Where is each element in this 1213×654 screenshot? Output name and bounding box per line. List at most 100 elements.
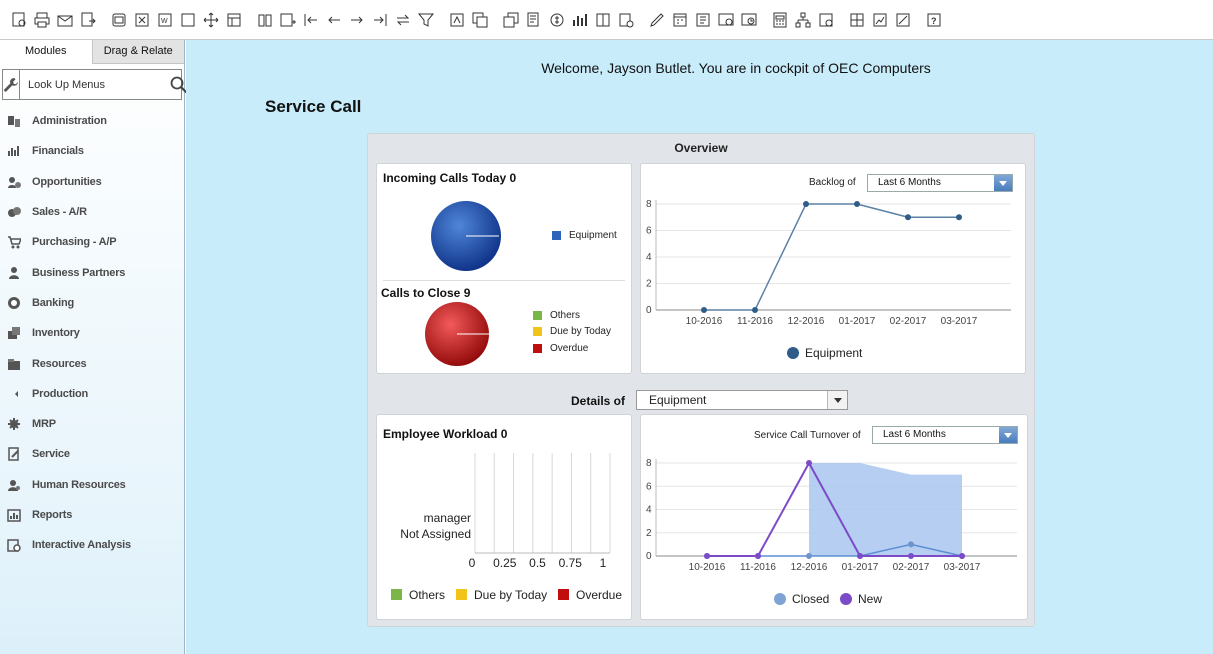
binoculars-icon[interactable] — [256, 12, 273, 28]
sidebar-item-label: Business Partners — [32, 266, 126, 279]
data-point[interactable] — [857, 553, 863, 559]
sidebar-item-financials[interactable]: Financials — [0, 136, 184, 166]
widgets-icon[interactable] — [848, 12, 865, 28]
filter-icon[interactable] — [417, 12, 434, 28]
word-icon[interactable]: W — [156, 12, 173, 28]
move-icon[interactable] — [202, 12, 219, 28]
alerts-icon[interactable] — [740, 12, 757, 28]
settings-icon[interactable] — [617, 12, 634, 28]
chart-icon[interactable] — [571, 12, 588, 28]
base-document-icon[interactable] — [471, 12, 488, 28]
sort-icon[interactable] — [448, 12, 465, 28]
y-category-label: manager — [424, 511, 471, 525]
help-icon[interactable]: ? — [925, 12, 942, 28]
sidebar-item-reports[interactable]: Reports — [0, 500, 184, 530]
data-point[interactable] — [959, 553, 965, 559]
x-tick-label: 0 — [469, 556, 476, 570]
sidebar-item-business-partners[interactable]: Business Partners — [0, 257, 184, 287]
sidebar-item-service[interactable]: Service — [0, 439, 184, 469]
tab-modules[interactable]: Modules — [0, 40, 92, 64]
data-point[interactable] — [908, 541, 914, 548]
refresh-icon[interactable] — [394, 12, 411, 28]
production-icon — [7, 387, 21, 401]
journal-icon[interactable] — [525, 12, 542, 28]
data-point[interactable] — [908, 553, 914, 559]
legend-marker-equipment — [787, 347, 799, 359]
sidebar-item-purchasing-a-p[interactable]: Purchasing - A/P — [0, 227, 184, 257]
data-point[interactable] — [806, 553, 812, 559]
opportunities-icon — [7, 175, 21, 189]
data-point[interactable] — [752, 307, 758, 313]
last-record-icon[interactable] — [371, 12, 388, 28]
calls-panel: Incoming Calls Today 0 Equipment Calls t… — [376, 163, 632, 374]
wrench-icon[interactable] — [3, 70, 20, 99]
blank-form-icon[interactable] — [179, 12, 196, 28]
data-point[interactable] — [755, 553, 761, 559]
dropdown-arrow-icon[interactable] — [827, 391, 847, 409]
print-icon[interactable] — [33, 12, 50, 28]
sidebar-item-mrp[interactable]: MRP — [0, 409, 184, 439]
sidebar-item-label: Service — [32, 448, 70, 461]
x-tick-label: 01-2017 — [839, 316, 876, 327]
business-partners-icon — [7, 266, 21, 280]
email-icon[interactable] — [56, 12, 73, 28]
data-point[interactable] — [905, 214, 911, 221]
tab-drag-relate[interactable]: Drag & Relate — [91, 40, 184, 64]
sidebar-item-production[interactable]: Production — [0, 379, 184, 409]
calculator-icon[interactable] — [771, 12, 788, 28]
calendar-icon[interactable] — [671, 12, 688, 28]
legend-swatch-equipment — [552, 231, 561, 240]
lookup-menus-input[interactable] — [20, 70, 170, 99]
add-icon[interactable] — [279, 12, 296, 28]
sidebar-item-label: Opportunities — [32, 175, 102, 188]
analysis-icon[interactable] — [894, 12, 911, 28]
previous-record-icon[interactable] — [325, 12, 342, 28]
data-point[interactable] — [701, 307, 707, 313]
first-record-icon[interactable] — [302, 12, 319, 28]
payment-icon[interactable] — [548, 12, 565, 28]
data-point[interactable] — [806, 460, 812, 466]
x-tick-label: 02-2017 — [890, 316, 927, 327]
image-icon[interactable] — [871, 12, 888, 28]
target-document-icon[interactable] — [502, 12, 519, 28]
layout-designer-icon[interactable] — [594, 12, 611, 28]
sidebar-item-resources[interactable]: Resources — [0, 348, 184, 378]
details-select[interactable]: Equipment — [636, 390, 848, 410]
export-icon[interactable] — [79, 12, 96, 28]
sidebar-item-banking[interactable]: Banking — [0, 288, 184, 318]
legend-label: Others — [409, 588, 445, 602]
legend-label-closed: Closed — [792, 592, 829, 606]
sidebar-item-human-resources[interactable]: Human Resources — [0, 470, 184, 500]
sidebar-item-sales-a-r[interactable]: Sales - A/R — [0, 197, 184, 227]
data-point[interactable] — [854, 201, 860, 207]
sidebar-item-opportunities[interactable]: Opportunities — [0, 167, 184, 197]
sidebar-item-administration[interactable]: Administration — [0, 106, 184, 136]
incoming-calls-pie[interactable] — [429, 199, 509, 279]
dashboard-icon[interactable] — [817, 12, 834, 28]
org-chart-icon[interactable] — [794, 12, 811, 28]
administration-icon — [7, 114, 21, 128]
calls-to-close-pie[interactable] — [424, 302, 494, 372]
cockpit-widget: Overview Incoming Calls Today 0 Equipmen… — [367, 133, 1035, 627]
legend-swatch-due-by-today — [533, 327, 542, 336]
overview-title: Overview — [674, 141, 728, 155]
data-point[interactable] — [803, 201, 809, 207]
edit-icon[interactable] — [648, 12, 665, 28]
data-point[interactable] — [956, 214, 962, 221]
layout-icon[interactable] — [225, 12, 242, 28]
sidebar-item-inventory[interactable]: Inventory — [0, 318, 184, 348]
print-preview-icon[interactable] — [110, 12, 127, 28]
data-point[interactable] — [704, 553, 710, 559]
sidebar-item-label: Banking — [32, 296, 74, 309]
legend-swatch — [558, 589, 569, 600]
legend-marker-closed — [774, 593, 786, 605]
messages-icon[interactable] — [717, 12, 734, 28]
next-record-icon[interactable] — [348, 12, 365, 28]
document-preview-icon[interactable] — [10, 12, 27, 28]
legend-label-new: New — [858, 592, 882, 606]
report-icon[interactable] — [694, 12, 711, 28]
sidebar-item-interactive-analysis[interactable]: Interactive Analysis — [0, 530, 184, 560]
excel-icon[interactable] — [133, 12, 150, 28]
sidebar-item-label: Purchasing - A/P — [32, 236, 117, 249]
toolbar: W? — [0, 0, 1213, 40]
